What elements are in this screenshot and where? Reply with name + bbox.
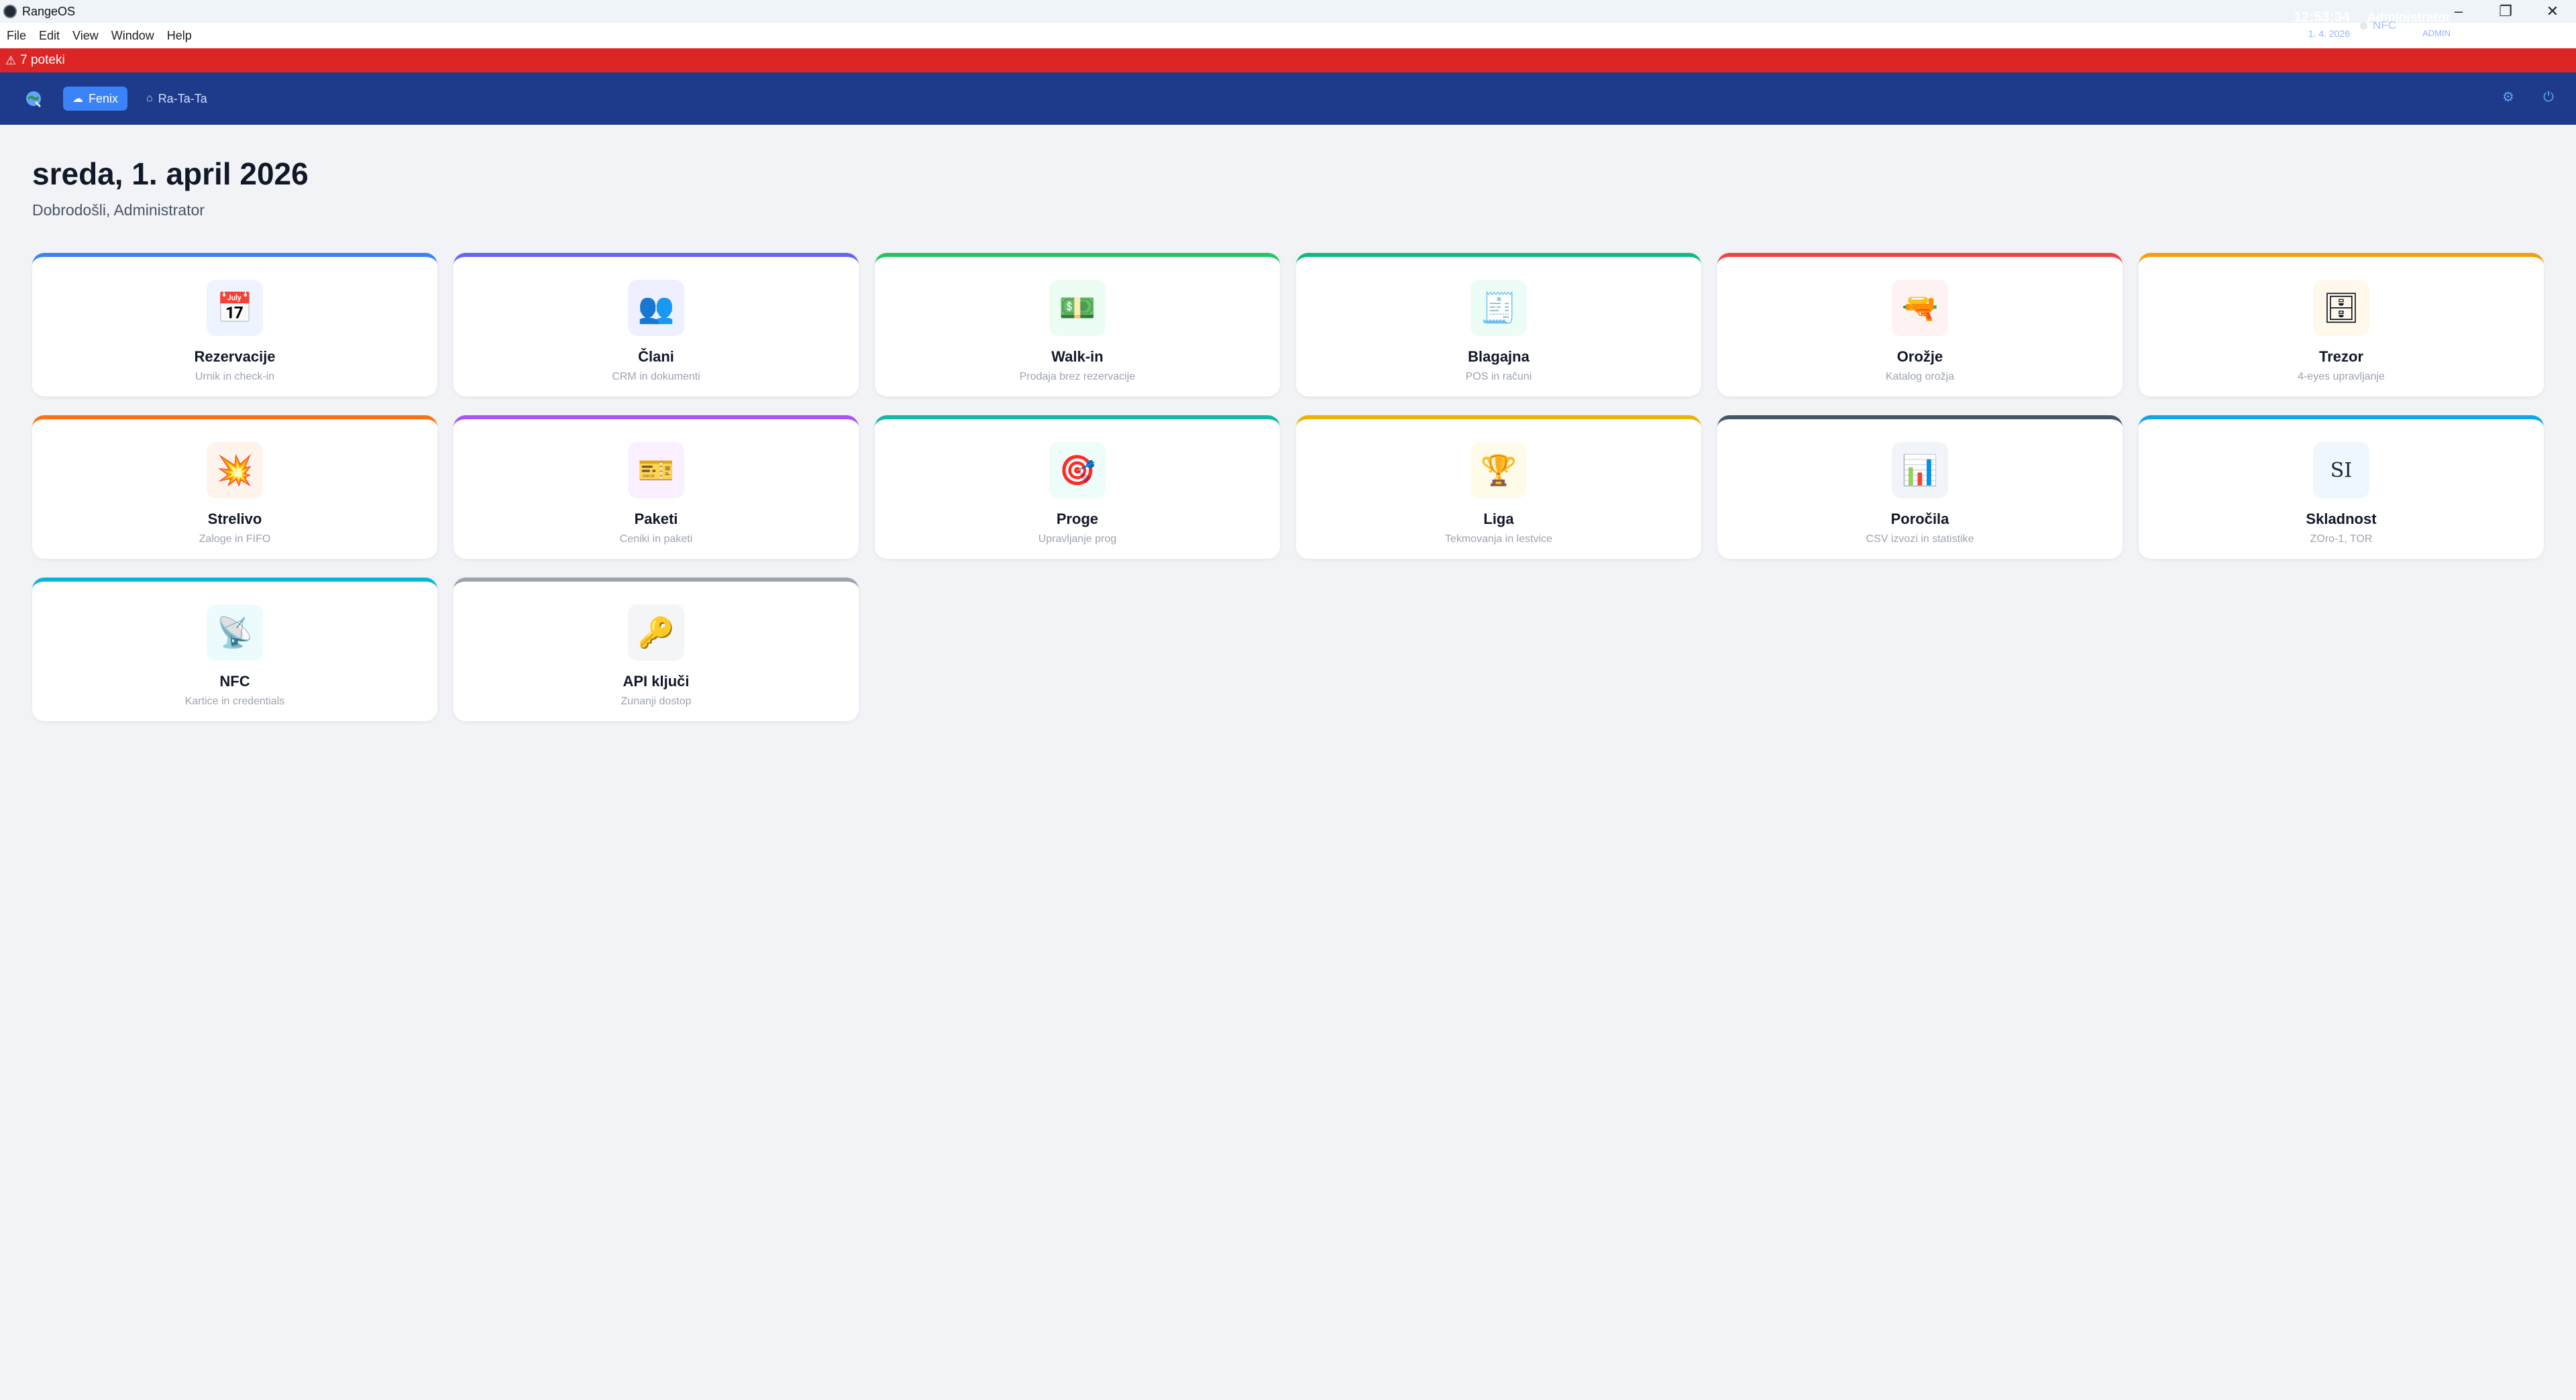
menu-window[interactable]: Window xyxy=(105,29,160,43)
menu-help[interactable]: Help xyxy=(160,29,198,43)
module-title: Člani xyxy=(638,348,674,365)
user-info[interactable]: Administrator ADMIN xyxy=(2367,11,2451,38)
module-subtitle: Zunanji dostop xyxy=(621,696,692,707)
module-subtitle: Upravljanje prog xyxy=(1038,533,1117,545)
module-tile[interactable]: 🎫 Paketi Ceniki in paketi xyxy=(453,415,859,559)
module-tile[interactable]: 🎯 Proge Upravljanje prog xyxy=(875,415,1280,559)
module-tile[interactable]: 🔑 API ključi Zunanji dostop xyxy=(453,578,859,721)
module-subtitle: Katalog orožja xyxy=(1885,371,1955,382)
module-title: Proge xyxy=(1056,510,1099,527)
power-icon[interactable]: ⏻ xyxy=(2541,90,2556,105)
module-tile[interactable]: 👥 Člani CRM in dokumenti xyxy=(453,253,859,396)
menu-file[interactable]: File xyxy=(0,29,32,43)
module-subtitle: POS in računi xyxy=(1465,371,1532,382)
module-tile[interactable]: SI Skladnost ZOro-1, TOR xyxy=(2139,415,2544,559)
app-header: ☁ Fenix ⌂ Ra-Ta-Ta xyxy=(0,72,2576,125)
module-subtitle: Urnik in check-in xyxy=(195,371,275,382)
module-subtitle: Ceniki in paketi xyxy=(619,533,693,545)
window-controls: – ❐ ✕ xyxy=(2435,0,2576,23)
module-tile[interactable]: 🧾 Blagajna POS in računi xyxy=(1296,253,1701,396)
user-role: ADMIN xyxy=(2422,28,2451,38)
clock: 12:53:34 1. 4. 2026 xyxy=(2294,9,2350,39)
menu-view[interactable]: View xyxy=(66,29,105,43)
module-subtitle: Tekmovanja in lestvice xyxy=(1444,533,1553,545)
location-label-fenix: Fenix xyxy=(89,91,119,105)
module-subtitle: Kartice in credentials xyxy=(184,696,285,707)
module-subtitle: CRM in dokumenti xyxy=(612,371,700,382)
nfc-status-dot xyxy=(2360,21,2368,30)
trophy-icon: 🏆 xyxy=(1470,442,1527,498)
module-tile[interactable]: 🔫 Orožje Katalog orožja xyxy=(1717,253,2123,396)
module-title: Blagajna xyxy=(1468,348,1529,365)
settings-icon[interactable]: ⚙ xyxy=(2501,90,2516,105)
location-chip-fenix[interactable]: ☁ Fenix xyxy=(63,87,128,111)
location-chip-ra-ta-ta[interactable]: ⌂ Ra-Ta-Ta xyxy=(137,87,217,111)
clock-time: 12:53:34 xyxy=(2293,9,2350,25)
module-subtitle: ZOro-1, TOR xyxy=(2310,533,2373,545)
module-tile[interactable]: 📡 NFC Kartice in credentials xyxy=(32,578,437,721)
module-title: Paketi xyxy=(634,510,678,527)
app-globe-icon[interactable] xyxy=(24,89,43,108)
page-title: sreda, 1. april 2026 xyxy=(32,156,309,191)
module-subtitle: Zaloge in FIFO xyxy=(199,533,271,545)
module-grid: 📅 Rezervacije Urnik in check-in 👥 Člani CRM i… xyxy=(32,253,2544,721)
module-title: Walk-in xyxy=(1051,348,1104,365)
clock-date: 1. 4. 2026 xyxy=(2308,28,2350,39)
module-title: Strelivo xyxy=(207,510,262,527)
module-title: Rezervacije xyxy=(194,348,276,365)
module-title: Trezor xyxy=(2318,348,2364,365)
location-label-ra-ta-ta: Ra-Ta-Ta xyxy=(158,91,207,105)
alert-text: 7 poteki xyxy=(20,53,65,67)
compliance-icon: SI xyxy=(2313,442,2369,498)
module-tile[interactable]: 💥 Strelivo Zaloge in FIFO xyxy=(32,415,437,559)
calendar-icon: 📅 xyxy=(207,280,263,336)
module-tile[interactable]: 🗄 Trezor 4-eyes upravljanje xyxy=(2139,253,2544,396)
cash-icon: 💵 xyxy=(1049,280,1106,336)
module-subtitle: Prodaja brez rezervacije xyxy=(1019,371,1136,382)
page-subtitle: Dobrodošli, Administrator xyxy=(32,201,205,219)
module-subtitle: 4-eyes upravljanje xyxy=(2298,371,2385,382)
cloud-icon: ☁ xyxy=(72,93,83,105)
user-name: Administrator xyxy=(2367,11,2451,25)
restore-button[interactable]: ❐ xyxy=(2482,0,2529,23)
module-tile[interactable]: 🏆 Liga Tekmovanja in lestvice xyxy=(1296,415,1701,559)
ticket-icon: 🎫 xyxy=(628,442,684,498)
app-logo-icon xyxy=(3,5,17,18)
key-icon: 🔑 xyxy=(628,604,684,661)
expiry-alert-bar[interactable]: ⚠ 7 poteki xyxy=(0,48,2576,72)
members-icon: 👥 xyxy=(628,280,684,336)
antenna-icon: 📡 xyxy=(207,604,263,661)
menu-bar: File Edit View Window Help xyxy=(0,23,2576,48)
close-button[interactable]: ✕ xyxy=(2529,0,2576,23)
module-title: API ključi xyxy=(623,673,690,690)
safe-icon: 🗄 xyxy=(2313,280,2369,336)
module-title: Liga xyxy=(1483,510,1514,527)
module-tile[interactable]: 📊 Poročila CSV izvozi in statistike xyxy=(1717,415,2123,559)
module-title: NFC xyxy=(219,673,250,690)
module-tile[interactable]: 💵 Walk-in Prodaja brez rezervacije xyxy=(875,253,1280,396)
explosion-icon: 💥 xyxy=(207,442,263,498)
target-icon: 🎯 xyxy=(1049,442,1106,498)
module-title: Orožje xyxy=(1896,348,1943,365)
chart-icon: 📊 xyxy=(1892,442,1948,498)
building-icon: ⌂ xyxy=(146,93,153,104)
module-subtitle: CSV izvozi in statistike xyxy=(1866,533,1974,545)
window-title: RangeOS xyxy=(22,4,76,18)
menu-edit[interactable]: Edit xyxy=(32,29,66,43)
module-tile[interactable]: 📅 Rezervacije Urnik in check-in xyxy=(32,253,437,396)
window-titlebar: RangeOS – ❐ ✕ xyxy=(0,0,2576,23)
module-title: Skladnost xyxy=(2306,510,2377,527)
gun-icon: 🔫 xyxy=(1892,280,1948,336)
module-title: Poročila xyxy=(1890,510,1949,527)
receipt-icon: 🧾 xyxy=(1470,280,1527,336)
warning-icon: ⚠ xyxy=(5,53,17,67)
